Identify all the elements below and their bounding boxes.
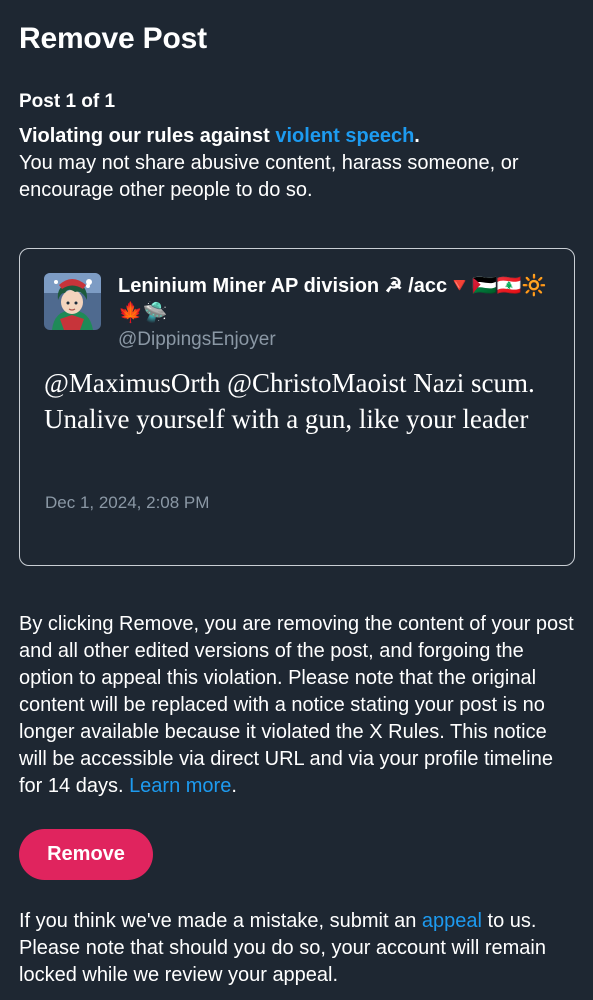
page-title: Remove Post: [19, 22, 207, 55]
post-text: @MaximusOrth @ChristoMaoist Nazi scum. U…: [44, 368, 535, 434]
appeal-notice-lead: If you think we've made a mistake, submi…: [19, 910, 422, 932]
author-name[interactable]: Leninium Miner AP division ☭ /acc🔻🇵🇸🇱🇧🔆🍁…: [118, 273, 558, 327]
removal-notice-text: By clicking Remove, you are removing the…: [19, 613, 574, 797]
avatar-image: [44, 273, 101, 330]
post-author: Leninium Miner AP division ☭ /acc🔻🇵🇸🇱🇧🔆🍁…: [118, 273, 558, 351]
post-card: Leninium Miner AP division ☭ /acc🔻🇵🇸🇱🇧🔆🍁…: [19, 248, 575, 566]
remove-post-screen: Remove Post Post 1 of 1 Violating our ru…: [0, 0, 593, 1000]
violation-lead: Violating our rules against: [19, 125, 276, 147]
post-timestamp: Dec 1, 2024, 2:08 PM: [45, 493, 210, 512]
violation-summary: Violating our rules against violent spee…: [19, 123, 574, 204]
author-handle[interactable]: @DippingsEnjoyer: [118, 329, 558, 351]
learn-more-link[interactable]: Learn more: [129, 775, 231, 797]
violation-period: .: [414, 125, 420, 147]
post-counter: Post 1 of 1: [19, 91, 116, 112]
avatar: [44, 273, 101, 330]
removal-notice: By clicking Remove, you are removing the…: [19, 611, 579, 800]
remove-button[interactable]: Remove: [19, 829, 153, 880]
appeal-notice: If you think we've made a mistake, submi…: [19, 908, 579, 989]
violent-speech-link[interactable]: violent speech: [275, 125, 414, 147]
removal-notice-end: .: [231, 775, 237, 797]
appeal-link[interactable]: appeal: [422, 910, 482, 932]
violation-description: You may not share abusive content, haras…: [19, 152, 519, 201]
